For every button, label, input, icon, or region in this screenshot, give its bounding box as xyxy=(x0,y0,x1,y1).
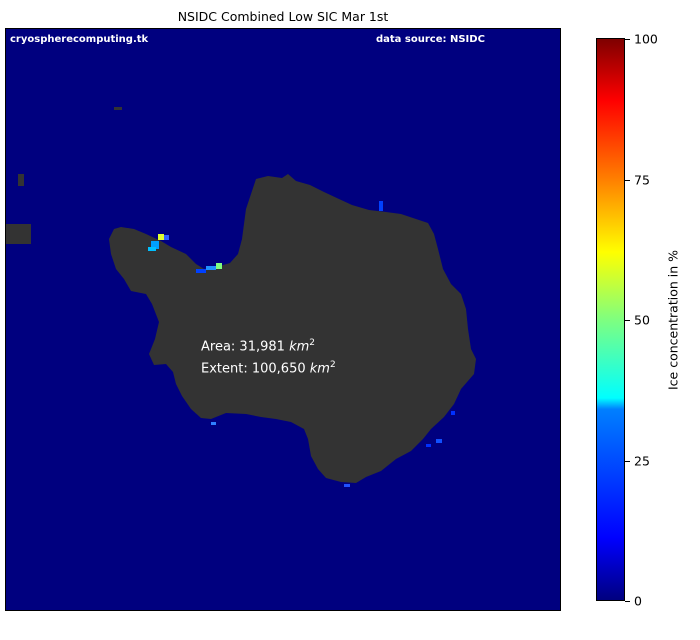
extent-unit-power: 2 xyxy=(329,360,336,371)
colorbar xyxy=(596,38,625,601)
sea-ice-patch xyxy=(158,234,164,240)
colorbar-tick xyxy=(625,39,630,40)
map-panel: cryospherecomputing.tk data source: NSID… xyxy=(5,28,561,611)
watermark-site: cryospherecomputing.tk xyxy=(10,34,149,45)
sea-ice-patch xyxy=(148,247,156,251)
extent-unit: km xyxy=(309,361,330,377)
map-title: NSIDC Combined Low SIC Mar 1st xyxy=(177,9,389,24)
area-stat: Area: 31,981 km2 xyxy=(201,334,336,356)
island-speck xyxy=(114,107,122,110)
antarctica-map xyxy=(6,107,476,487)
sea-ice-patch xyxy=(379,201,383,211)
sea-ice-patch xyxy=(436,439,442,443)
colorbar-tick-label: 0 xyxy=(634,593,642,609)
area-unit-power: 2 xyxy=(309,338,315,348)
colorbar-tick xyxy=(625,179,630,181)
sea-ice-patch xyxy=(344,484,350,487)
colorbar-tick-label: 75 xyxy=(634,172,650,187)
sea-ice-patch xyxy=(164,235,169,240)
colorbar-label: Ice concentration in % xyxy=(665,249,681,391)
antarctica-landmass xyxy=(109,174,476,483)
extent-label: Extent: 100,650 xyxy=(201,361,310,377)
colorbar-tick xyxy=(625,601,630,602)
sea-ice-patch xyxy=(211,422,216,425)
colorbar-tick xyxy=(625,460,630,462)
island-small xyxy=(18,174,24,186)
sea-ice-patch xyxy=(196,269,206,273)
sea-ice-patch xyxy=(451,411,455,415)
extent-stat: Extent: 100,650 km2 xyxy=(201,356,336,378)
colorbar-tick-label: 50 xyxy=(634,312,650,328)
colorbar-tick-label: 25 xyxy=(634,453,650,468)
island-west xyxy=(6,224,31,244)
area-unit: km xyxy=(289,339,310,355)
sea-ice-patch xyxy=(426,444,431,447)
sea-ice-patch xyxy=(216,263,222,269)
ice-statistics: Area: 31,981 km2 Extent: 100,650 km2 xyxy=(201,334,336,379)
colorbar-tick-label: 100 xyxy=(634,31,658,47)
colorbar-tick xyxy=(625,320,630,321)
area-label: Area: 31,981 xyxy=(201,339,290,355)
watermark-source: data source: NSIDC xyxy=(376,34,485,45)
sea-ice-patch xyxy=(206,266,216,270)
